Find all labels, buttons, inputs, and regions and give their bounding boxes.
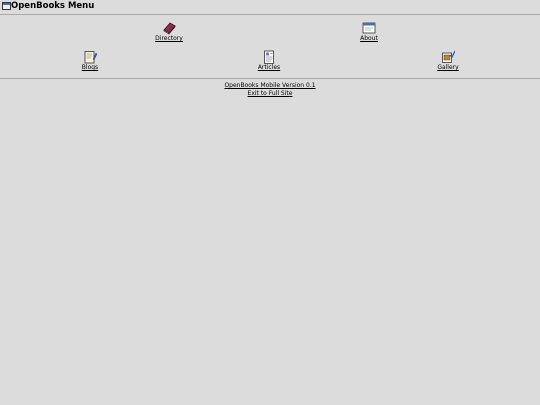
bottom-divider (0, 78, 540, 79)
page-title: OpenBooks Menu (11, 1, 95, 11)
version-link[interactable]: OpenBooks Mobile Version 0.1 (0, 82, 540, 90)
notepad-icon (84, 51, 97, 64)
menu-item-blogs[interactable]: Blogs (60, 50, 120, 72)
menu-label-blogs[interactable]: Blogs (60, 64, 120, 72)
picture-icon (442, 50, 455, 63)
app-header: OpenBooks Menu (0, 0, 540, 14)
article-icon (264, 50, 274, 64)
menu-label-articles[interactable]: Articles (239, 64, 299, 72)
top-divider (0, 14, 540, 15)
menu-item-about[interactable]: About (339, 21, 399, 43)
menu-label-directory[interactable]: Directory (139, 35, 199, 43)
menu-label-gallery[interactable]: Gallery (418, 64, 478, 72)
window-icon (362, 22, 376, 34)
menu-item-articles[interactable]: Articles (239, 50, 299, 72)
menu-label-about[interactable]: About (339, 35, 399, 43)
book-icon (163, 22, 176, 35)
window-icon (2, 2, 11, 10)
exit-full-site-link[interactable]: Exit to Full Site (0, 90, 540, 98)
menu-item-directory[interactable]: Directory (139, 21, 199, 43)
menu-item-gallery[interactable]: Gallery (418, 50, 478, 72)
